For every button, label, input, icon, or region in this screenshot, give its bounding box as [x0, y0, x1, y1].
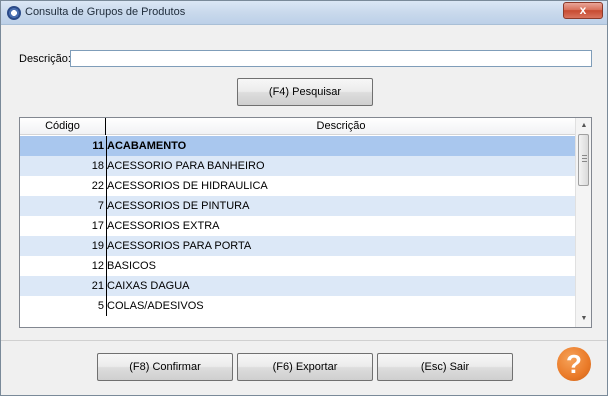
cell-description: ACESSORIOS PARA PORTA: [107, 240, 252, 252]
cell-code: 11: [92, 140, 104, 152]
grip-line: [582, 155, 587, 156]
cell-code: 17: [91, 220, 104, 232]
grip-line: [582, 161, 587, 162]
cell-code: 18: [91, 160, 104, 172]
cell-description: COLAS/ADESIVOS: [107, 300, 204, 312]
app-icon: [7, 6, 21, 20]
help-icon[interactable]: ?: [557, 347, 591, 381]
table-body: 11 ACABAMENTO 18 ACESSORIO PARA BANHEIRO…: [20, 136, 575, 316]
groups-table: Código Descrição 11 ACABAMENTO 18 ACESSO…: [19, 117, 592, 328]
cell-code: 19: [91, 240, 104, 252]
dialog-window: Consulta de Grupos de Produtos x Descriç…: [0, 0, 608, 396]
table-row[interactable]: 17 ACESSORIOS EXTRA: [20, 216, 575, 236]
description-input[interactable]: [70, 50, 592, 67]
window-title: Consulta de Grupos de Produtos: [25, 6, 186, 18]
search-button[interactable]: (F4) Pesquisar: [237, 78, 373, 106]
close-icon: x: [579, 3, 587, 17]
grip-line: [582, 158, 587, 159]
vertical-scrollbar[interactable]: ▲ ▼: [575, 118, 591, 327]
table-row[interactable]: 22 ACESSORIOS DE HIDRAULICA: [20, 176, 575, 196]
cell-code: 12: [91, 260, 104, 272]
scrollbar-thumb[interactable]: [578, 134, 589, 186]
scroll-up-icon[interactable]: ▲: [576, 118, 592, 134]
table-header: Código Descrição: [20, 118, 575, 135]
description-label: Descrição:: [19, 53, 71, 65]
table-row[interactable]: 19 ACESSORIOS PARA PORTA: [20, 236, 575, 256]
cell-description: ACABAMENTO: [107, 140, 187, 152]
cell-description: BASICOS: [107, 260, 156, 272]
cell-code: 22: [91, 180, 104, 192]
cell-code: 5: [97, 300, 104, 312]
exit-button[interactable]: (Esc) Sair: [377, 353, 513, 381]
column-header-code[interactable]: Código: [20, 118, 106, 135]
confirm-button[interactable]: (F8) Confirmar: [97, 353, 233, 381]
close-button[interactable]: x: [563, 2, 603, 19]
table-row[interactable]: 21 CAIXAS DAGUA: [20, 276, 575, 296]
cell-description: ACESSORIOS EXTRA: [107, 220, 220, 232]
table-row[interactable]: 7 ACESSORIOS DE PINTURA: [20, 196, 575, 216]
scroll-down-icon[interactable]: ▼: [576, 311, 592, 327]
table-row[interactable]: 5 COLAS/ADESIVOS: [20, 296, 575, 316]
column-header-description[interactable]: Descrição: [107, 118, 575, 135]
cell-code: 7: [97, 200, 104, 212]
cell-code: 21: [91, 280, 104, 292]
cell-description: ACESSORIOS DE PINTURA: [107, 200, 250, 212]
table-row[interactable]: 12 BASICOS: [20, 256, 575, 276]
table-row[interactable]: 11 ACABAMENTO: [20, 136, 575, 156]
cell-description: CAIXAS DAGUA: [107, 280, 190, 292]
footer-divider: [1, 340, 607, 341]
export-button[interactable]: (F6) Exportar: [237, 353, 373, 381]
title-bar[interactable]: Consulta de Grupos de Produtos x: [1, 1, 607, 25]
cell-description: ACESSORIO PARA BANHEIRO: [107, 160, 265, 172]
cell-description: ACESSORIOS DE HIDRAULICA: [107, 180, 268, 192]
table-row[interactable]: 18 ACESSORIO PARA BANHEIRO: [20, 156, 575, 176]
